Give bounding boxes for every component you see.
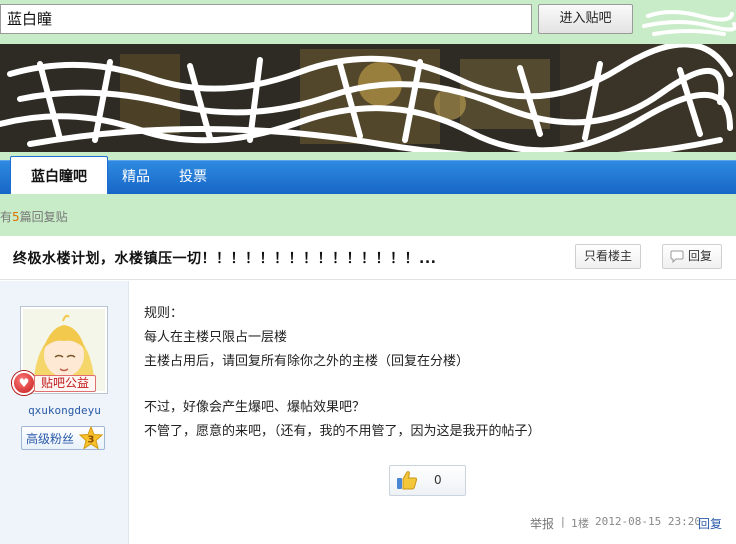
like-count: 0 (434, 473, 442, 487)
post-line: 不过，好像会产生爆吧、爆帖效果吧？ (144, 400, 366, 415)
post-content: 规则： 每人在主楼只限占一层楼 主楼占用后，请回复所有除你之外的主楼（回复在分楼… (144, 302, 541, 444)
only-op-button[interactable]: 只看楼主 (575, 244, 641, 269)
report-link[interactable]: 举报 (530, 515, 554, 532)
nav-strip (0, 160, 736, 194)
reply-count: 有5篇回复贴 (0, 208, 68, 225)
tab-vote[interactable]: 投票 (179, 160, 207, 194)
sub-bar (0, 194, 736, 236)
floor-number: 1楼 (571, 517, 589, 530)
reply-button[interactable]: 回复 (662, 244, 722, 269)
reply-count-prefix: 有 (0, 210, 13, 224)
star-icon: 3 (79, 426, 103, 450)
post-line: 主楼占用后，请回复所有除你之外的主楼（回复在分楼） (144, 354, 470, 369)
fan-level-label: 高级粉丝 (26, 432, 75, 446)
speech-bubble-icon (670, 250, 684, 263)
post-line: 每人在主楼只限占一层楼 (144, 330, 288, 345)
scribble-overlay (642, 10, 736, 36)
tab-featured[interactable]: 精品 (122, 160, 150, 194)
post-timestamp: 2012-08-15 23:20 (595, 515, 701, 528)
fan-level-number: 3 (88, 435, 95, 446)
reply-count-number: 5 (12, 210, 20, 224)
post-reply-link[interactable]: 回复 (698, 515, 722, 532)
reply-count-suffix: 篇回复贴 (19, 210, 68, 224)
post-line-blank (144, 374, 541, 396)
reply-button-label: 回复 (687, 249, 712, 263)
tab-forum-home[interactable]: 蓝白瞳吧 (10, 156, 108, 194)
enter-tieba-button[interactable]: 进入贴吧 (538, 4, 633, 34)
search-input[interactable]: 蓝白瞳 (0, 4, 532, 34)
meta-separator: | (561, 515, 565, 528)
author-username[interactable]: qxukongdeyu (0, 404, 129, 417)
thumbs-up-icon (397, 471, 418, 490)
post-line: 不管了，愿意的来吧，（还有，我的不用管了，因为这是我开的帖子） (144, 424, 541, 439)
heart-icon: ♥ (12, 371, 36, 395)
post-line: 规则： (144, 306, 184, 321)
public-welfare-badge[interactable]: 贴吧公益 (34, 375, 96, 392)
forum-banner (0, 44, 736, 152)
thread-title: 终极水楼计划，水楼镇压一切！！！！！！！！！！！！！！！... (13, 251, 437, 267)
